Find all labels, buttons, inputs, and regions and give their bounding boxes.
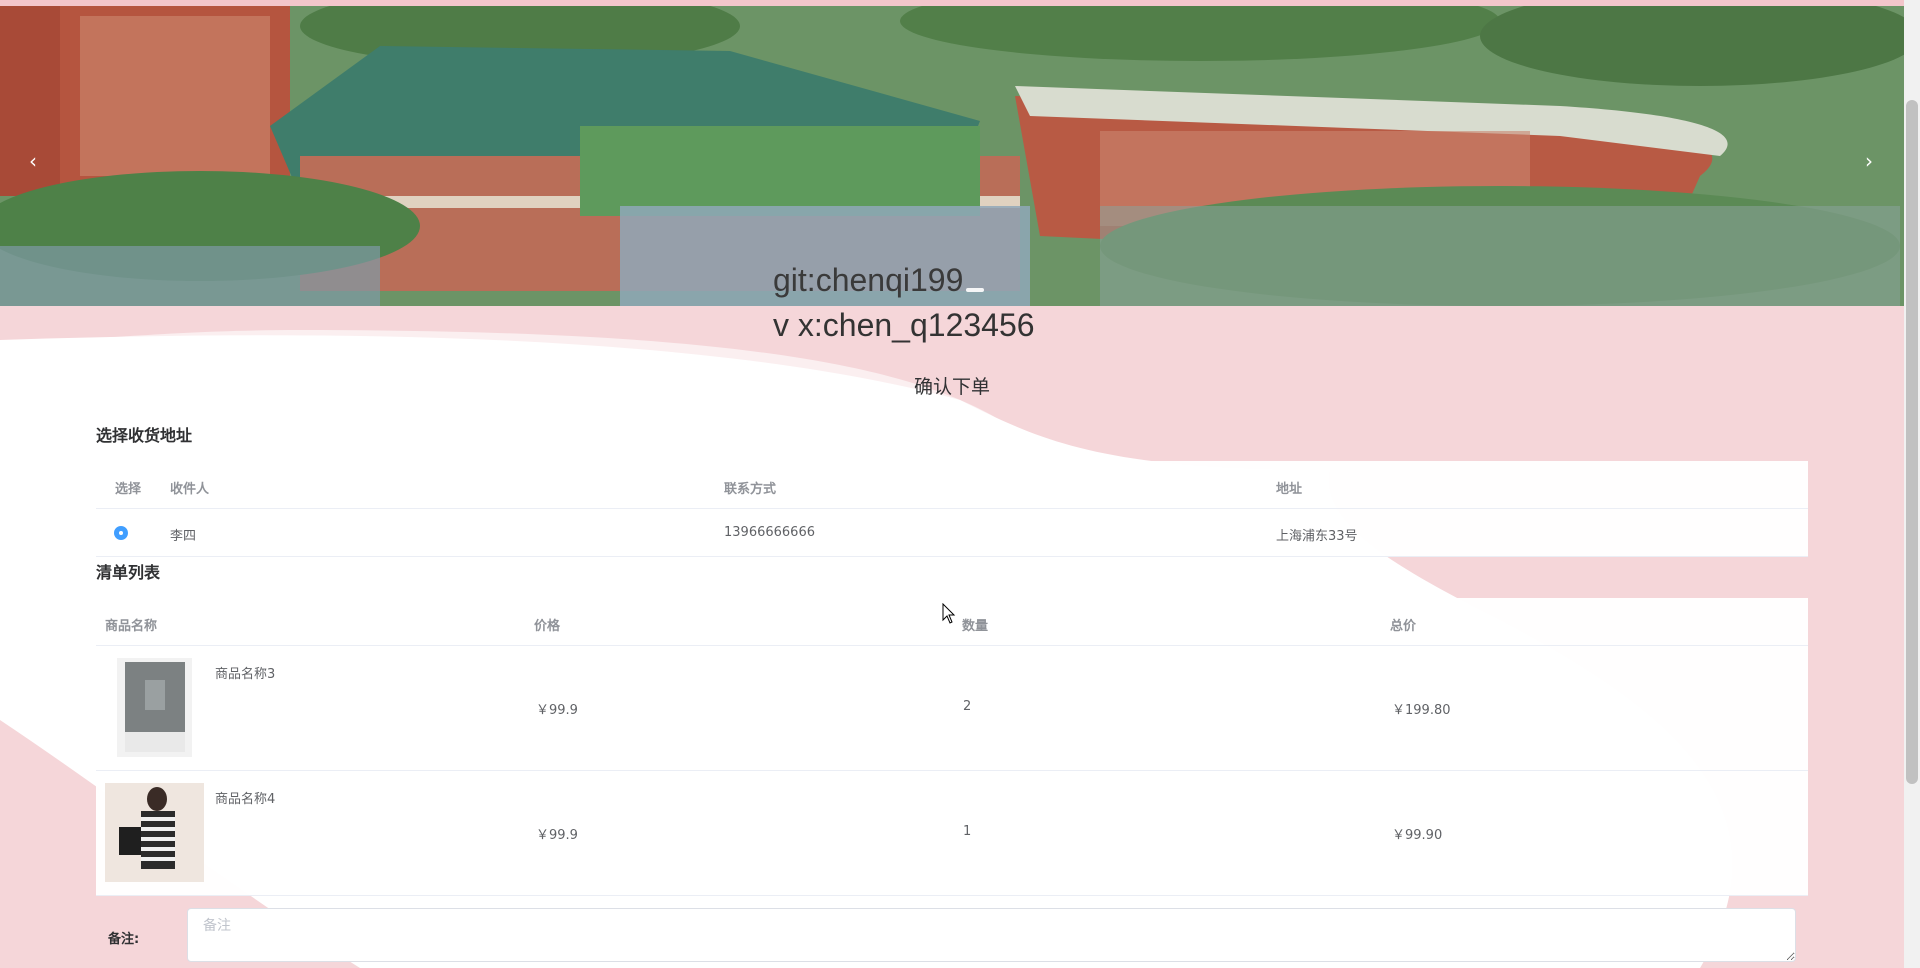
header-quantity: 数量 <box>962 619 989 634</box>
receiver-name: 李四 <box>170 529 197 544</box>
goods-quantity: 2 <box>963 699 972 714</box>
remark-label: 备注: <box>108 932 140 947</box>
receiver-address: 上海浦东33号 <box>1276 529 1358 544</box>
goods-price: ￥99.9 <box>536 703 578 718</box>
goods-name: 商品名称3 <box>215 667 276 682</box>
top-accent-bar <box>0 0 1904 6</box>
table-row[interactable]: 李四 13966666666 上海浦东33号 <box>96 509 1808 557</box>
table-row: 商品名称3 ￥99.9 2 ￥199.80 <box>96 646 1808 771</box>
address-table-header: 选择 收件人 联系方式 地址 <box>96 461 1808 509</box>
mouse-cursor-icon <box>942 603 956 624</box>
chevron-left-icon: ‹ <box>29 149 37 173</box>
dress-photo-image <box>105 783 204 882</box>
header-total: 总价 <box>1390 619 1417 634</box>
header-contact: 联系方式 <box>724 482 777 497</box>
goods-name: 商品名称4 <box>215 792 276 807</box>
header-price: 价格 <box>534 619 561 634</box>
goods-total: ￥199.80 <box>1392 703 1451 718</box>
watermark-git: git:chenqi199 <box>773 262 964 298</box>
header-receiver: 收件人 <box>170 482 210 497</box>
page-title: 确认下单 <box>913 376 990 398</box>
address-select-radio[interactable] <box>114 526 128 540</box>
goods-total: ￥99.90 <box>1392 828 1443 843</box>
scrollbar-thumb[interactable] <box>1906 100 1918 784</box>
goods-quantity: 1 <box>963 824 972 839</box>
carousel-next-button[interactable]: › <box>1854 146 1884 176</box>
header-address: 地址 <box>1276 482 1303 497</box>
remark-textarea[interactable] <box>187 908 1796 962</box>
table-row: 商品名称4 ￥99.9 1 ￥99.90 <box>96 771 1808 896</box>
chevron-right-icon: › <box>1865 149 1873 173</box>
header-select: 选择 <box>115 482 142 497</box>
header-name: 商品名称 <box>105 619 158 634</box>
book-cover-image <box>117 658 192 757</box>
address-table: 选择 收件人 联系方式 地址 李四 13966666666 上海浦东33号 <box>96 461 1808 557</box>
receiver-contact: 13966666666 <box>724 525 815 540</box>
watermark-contact: v x:chen_q123456 <box>773 307 1035 343</box>
goods-price: ￥99.9 <box>536 828 578 843</box>
banner-carousel[interactable]: ‹ › <box>0 6 1904 306</box>
address-section-title: 选择收货地址 <box>96 426 193 445</box>
list-section-title: 清单列表 <box>96 563 161 582</box>
carousel-prev-button[interactable]: ‹ <box>18 146 48 176</box>
campus-banner-image <box>0 6 1904 306</box>
carousel-indicator[interactable] <box>966 288 984 292</box>
goods-table: 商品名称 价格 数量 总价 商品名称3 ￥99.9 2 ￥199.80 商品名称… <box>96 598 1808 896</box>
